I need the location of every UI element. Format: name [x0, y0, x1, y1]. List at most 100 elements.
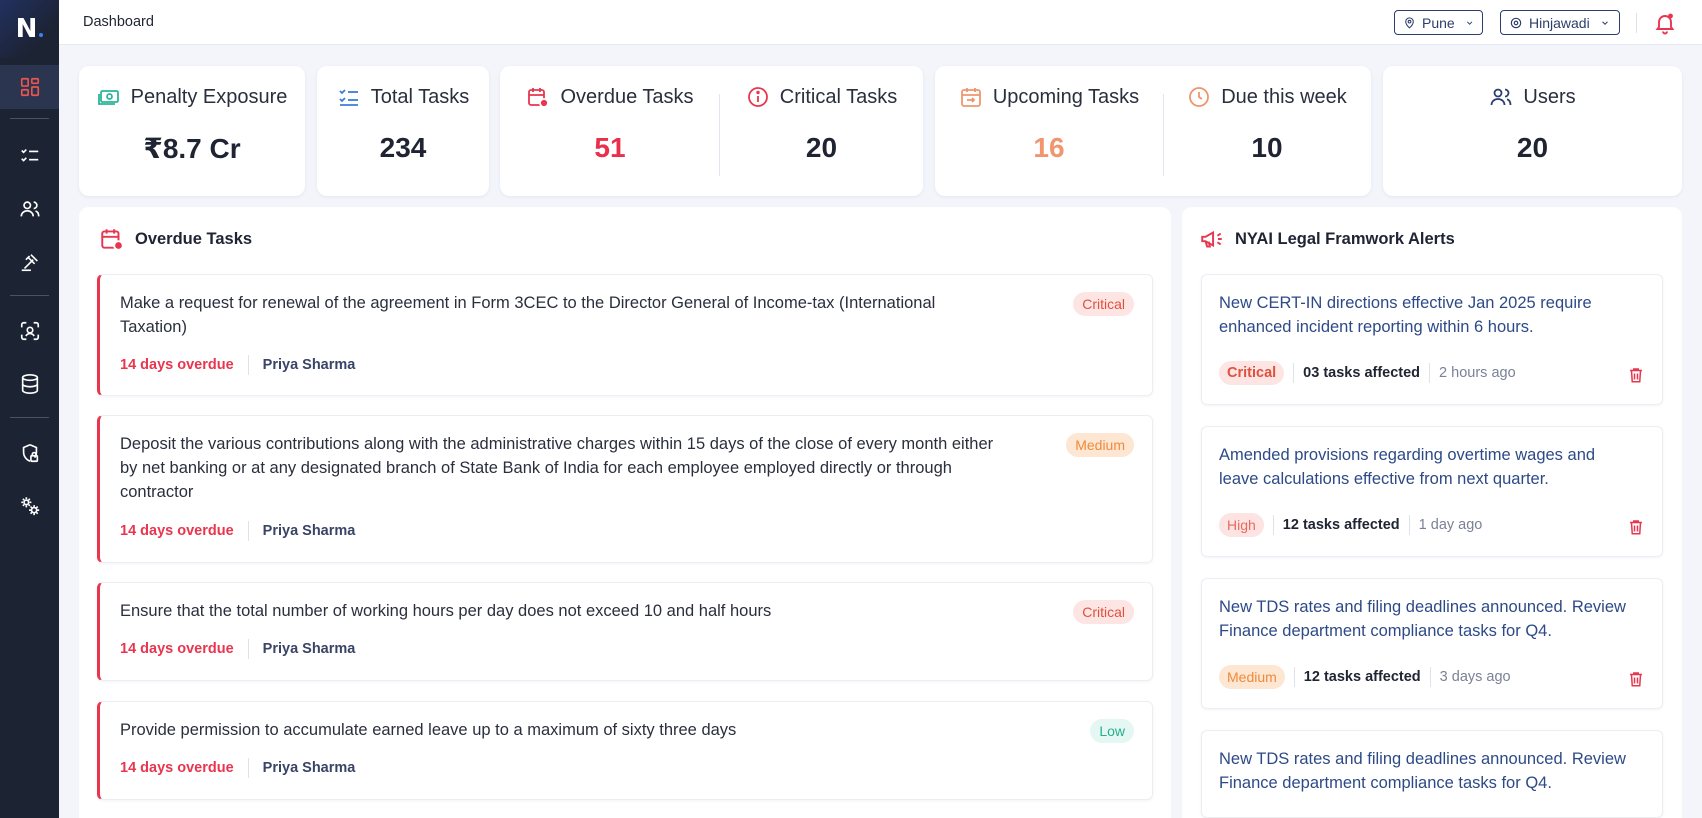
- users-card[interactable]: Users 20: [1383, 66, 1682, 196]
- trash-icon[interactable]: [1627, 366, 1645, 384]
- total-tasks-card[interactable]: Total Tasks 234: [317, 66, 489, 196]
- stat-label: Penalty Exposure: [130, 85, 288, 108]
- due-this-week-stat: Due this week 10: [1163, 82, 1371, 164]
- meta-divider: [247, 355, 249, 375]
- sidebar-item-scan[interactable]: [0, 309, 59, 353]
- severity-badge: High: [1219, 513, 1264, 537]
- penalty-exposure-stat: Penalty Exposure ₹8.7 Cr: [79, 82, 305, 165]
- severity-badge: Critical: [1219, 361, 1285, 385]
- stat-label: Upcoming Tasks: [992, 85, 1140, 108]
- location-pin-icon: [1405, 16, 1414, 29]
- trash-icon[interactable]: [1627, 518, 1645, 536]
- sidebar-item-dashboard[interactable]: [0, 65, 59, 109]
- alert-meta: Medium 12 tasks affected 3 days ago: [1219, 665, 1511, 689]
- task-meta: 14 days overdue Priya Sharma: [120, 758, 355, 778]
- alert-description: New CERT-IN directions effective Jan 202…: [1219, 294, 1592, 336]
- info-circle-icon: [747, 87, 768, 107]
- users-icon: [19, 201, 40, 217]
- alert-description: Amended provisions regarding overtime wa…: [1219, 446, 1596, 488]
- stat-label: Due this week: [1221, 85, 1347, 108]
- critical-tasks-stat: Critical Tasks 20: [720, 82, 923, 164]
- stat-label: Critical Tasks: [779, 85, 898, 108]
- stat-header: Critical Tasks: [720, 82, 923, 112]
- target-location-icon: [1510, 17, 1522, 28]
- stat-label: Users: [1523, 85, 1576, 108]
- assignee-name[interactable]: Priya Sharma: [263, 357, 356, 373]
- sidebar-item-legal[interactable]: [0, 240, 59, 284]
- meta-divider: [1293, 363, 1295, 383]
- gavel-icon: [21, 254, 38, 272]
- alert-card[interactable]: New TDS rates and filing deadlines annou…: [1201, 730, 1663, 818]
- users-icon: [1490, 88, 1512, 106]
- stat-value: 51: [594, 132, 626, 163]
- area-select[interactable]: Hinjawadi: [1500, 10, 1620, 35]
- task-description: Deposit the various contributions along …: [120, 435, 994, 501]
- alert-time: 3 days ago: [1439, 669, 1511, 685]
- shield-lock-icon: [22, 443, 38, 463]
- stat-value: 10: [1251, 132, 1283, 163]
- overdue-task-card[interactable]: Deposit the various contributions along …: [97, 415, 1153, 563]
- notification-bell-icon[interactable]: [1653, 11, 1677, 35]
- overdue-task-card[interactable]: Make a request for renewal of the agreem…: [97, 274, 1153, 396]
- megaphone-icon: [1201, 230, 1222, 248]
- overdue-task-card[interactable]: Provide permission to accumulate earned …: [97, 701, 1153, 800]
- city-select[interactable]: Pune: [1394, 10, 1483, 35]
- stat-header: Users: [1383, 82, 1682, 112]
- city-select-value: Pune: [1422, 14, 1455, 31]
- alert-time: 2 hours ago: [1439, 365, 1516, 381]
- calendar-arrow-icon: [960, 88, 981, 107]
- overdue-task-card[interactable]: Ensure that the total number of working …: [97, 582, 1153, 681]
- tasks-affected[interactable]: 12 tasks affected: [1283, 517, 1400, 533]
- total-tasks-stat: Total Tasks 234: [317, 82, 489, 164]
- alert-card[interactable]: New CERT-IN directions effective Jan 202…: [1201, 274, 1663, 405]
- sidebar: N: [0, 0, 59, 818]
- tasks-affected[interactable]: 03 tasks affected: [1303, 365, 1420, 381]
- page-title: Dashboard: [83, 14, 154, 30]
- alert-card[interactable]: New TDS rates and filing deadlines annou…: [1201, 578, 1663, 709]
- stat-header: Penalty Exposure: [79, 82, 305, 112]
- tasks-affected[interactable]: 12 tasks affected: [1304, 669, 1421, 685]
- settings-cogs-icon: [20, 497, 39, 516]
- meta-divider: [247, 758, 249, 778]
- sidebar-item-users[interactable]: [0, 187, 59, 231]
- assignee-name[interactable]: Priya Sharma: [263, 641, 356, 657]
- overdue-critical-card[interactable]: Overdue Tasks 51 Critical Tasks 20: [500, 66, 923, 196]
- stat-value: ₹8.7 Cr: [143, 133, 241, 164]
- upcoming-due-card[interactable]: Upcoming Tasks 16 Due this week 10: [935, 66, 1371, 196]
- stat-header: Due this week: [1163, 82, 1371, 112]
- panel-title: NYAI Legal Framwork Alerts: [1235, 229, 1455, 248]
- stat-value: 20: [805, 132, 838, 163]
- top-header: Dashboard Pune Hinjawadi: [59, 0, 1702, 45]
- alert-meta: Critical 03 tasks affected 2 hours ago: [1219, 361, 1516, 385]
- sidebar-divider: [10, 118, 49, 119]
- assignee-name[interactable]: Priya Sharma: [263, 523, 356, 539]
- meta-divider: [1429, 363, 1431, 383]
- task-description: Provide permission to accumulate earned …: [120, 721, 737, 739]
- users-stat: Users 20: [1383, 82, 1682, 164]
- calendar-clock-icon: [101, 229, 124, 251]
- overdue-label: 14 days overdue: [120, 357, 234, 373]
- assignee-name[interactable]: Priya Sharma: [263, 760, 356, 776]
- scan-icon: [20, 321, 39, 341]
- priority-badge: Low: [1090, 719, 1134, 743]
- meta-divider: [1429, 667, 1431, 687]
- sidebar-item-tasks[interactable]: [0, 134, 59, 178]
- task-meta: 14 days overdue Priya Sharma: [120, 521, 355, 541]
- sidebar-item-security[interactable]: [0, 431, 59, 475]
- app-logo[interactable]: N: [0, 0, 59, 58]
- priority-badge: Medium: [1066, 433, 1134, 457]
- task-meta: 14 days overdue Priya Sharma: [120, 355, 355, 375]
- stat-value: 16: [1033, 132, 1065, 163]
- trash-icon[interactable]: [1627, 670, 1645, 688]
- sidebar-item-settings[interactable]: [0, 484, 59, 528]
- sidebar-divider: [10, 417, 49, 418]
- alert-card[interactable]: Amended provisions regarding overtime wa…: [1201, 426, 1663, 557]
- stat-header: Upcoming Tasks: [935, 82, 1163, 112]
- chevron-down-icon: [1601, 20, 1608, 25]
- sidebar-item-database[interactable]: [0, 362, 59, 406]
- stat-label: Overdue Tasks: [560, 85, 694, 108]
- logo-dot: [39, 33, 44, 37]
- penalty-exposure-card[interactable]: Penalty Exposure ₹8.7 Cr: [79, 66, 305, 196]
- priority-badge: Critical: [1073, 600, 1134, 624]
- header-divider: [1636, 13, 1637, 33]
